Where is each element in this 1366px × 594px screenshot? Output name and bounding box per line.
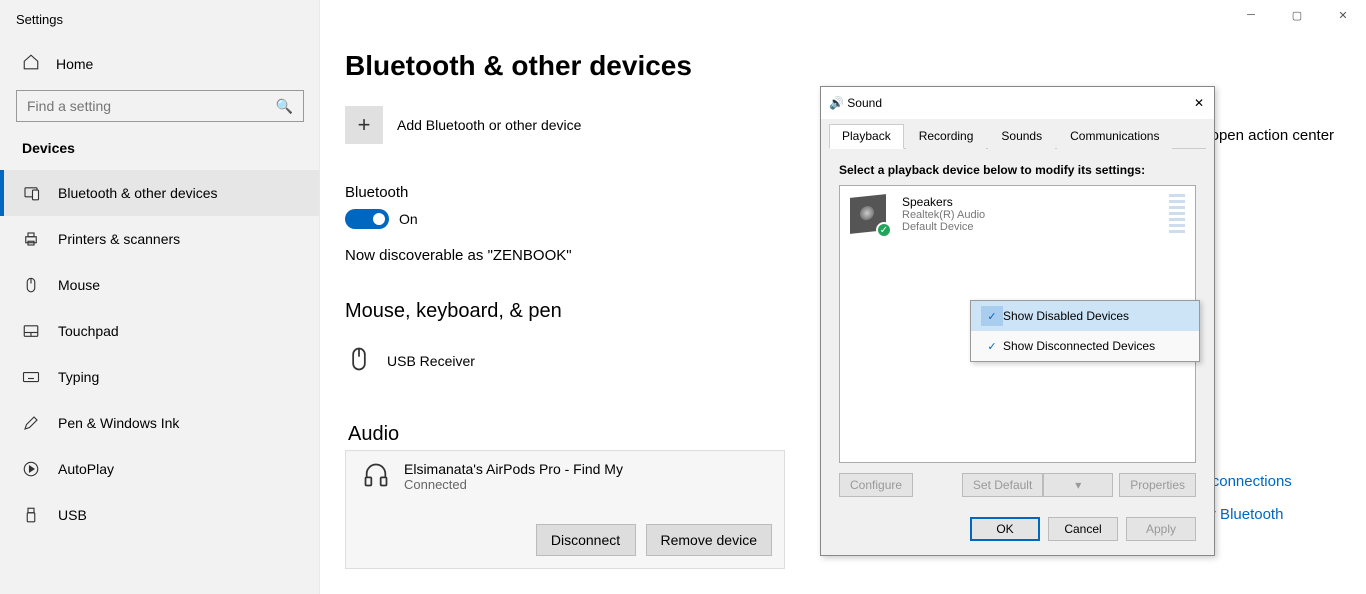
sidebar-item-touchpad[interactable]: Touchpad — [0, 308, 319, 354]
set-default-button[interactable]: Set Default — [962, 473, 1043, 497]
set-default-dropdown[interactable]: ▾ — [1043, 473, 1113, 497]
sidebar-item-typing[interactable]: Typing — [0, 354, 319, 400]
level-meter — [1169, 194, 1185, 234]
check-icon: ✓ — [876, 222, 892, 238]
ok-button[interactable]: OK — [970, 517, 1040, 541]
sidebar-item-pen[interactable]: Pen & Windows Ink — [0, 400, 319, 446]
device-airpods[interactable]: Elsimanata's AirPods Pro - Find My Conne… — [346, 451, 784, 494]
sound-icon: 🔊 — [829, 96, 844, 110]
check-icon: ✓ — [981, 336, 1003, 356]
mouse-icon — [22, 276, 40, 294]
home-nav[interactable]: Home — [0, 33, 319, 90]
device-speakers[interactable]: ✓ Speakers Realtek(R) Audio Default Devi… — [840, 186, 1195, 242]
check-icon: ✓ — [981, 306, 1003, 326]
home-icon — [22, 53, 40, 74]
printer-icon — [22, 230, 40, 248]
add-device-button[interactable]: + Add Bluetooth or other device — [345, 106, 805, 144]
discoverable-status: Now discoverable as "ZENBOOK" — [345, 247, 805, 264]
remove-device-button[interactable]: Remove device — [646, 524, 773, 556]
close-button[interactable]: ✕ — [1320, 0, 1366, 30]
sidebar-item-autoplay[interactable]: AutoPlay — [0, 446, 319, 492]
tab-sounds[interactable]: Sounds — [988, 124, 1055, 149]
settings-sidebar: Settings Home 🔍 Devices Bluetooth & othe… — [0, 0, 320, 594]
page-title: Bluetooth & other devices — [345, 50, 805, 82]
pen-icon — [22, 414, 40, 432]
sound-dialog: 🔊 Sound ✕ Playback Recording Sounds Comm… — [820, 86, 1215, 556]
sidebar-item-mouse[interactable]: Mouse — [0, 262, 319, 308]
headphones-icon — [362, 461, 390, 492]
autoplay-icon — [22, 460, 40, 478]
menu-show-disconnected[interactable]: ✓ Show Disconnected Devices — [971, 331, 1199, 361]
dialog-tabs: Playback Recording Sounds Communications — [829, 123, 1206, 149]
mouse-icon — [345, 345, 373, 376]
touchpad-icon — [22, 322, 40, 340]
disconnect-button[interactable]: Disconnect — [536, 524, 636, 556]
category-label: Devices — [0, 140, 319, 170]
app-title: Settings — [0, 0, 319, 33]
properties-button[interactable]: Properties — [1119, 473, 1196, 497]
menu-show-disabled[interactable]: ✓ Show Disabled Devices — [971, 301, 1199, 331]
section-mouse-keyboard: Mouse, keyboard, & pen — [345, 300, 805, 323]
window-controls: ─ ▢ ✕ — [1228, 0, 1366, 30]
sidebar-item-printers[interactable]: Printers & scanners — [0, 216, 319, 262]
dialog-instruction: Select a playback device below to modify… — [821, 149, 1214, 185]
devices-icon — [22, 184, 40, 202]
audio-device-card: Audio Elsimanata's AirPods Pro - Find My… — [345, 450, 785, 569]
usb-icon — [22, 506, 40, 524]
context-menu: ✓ Show Disabled Devices ✓ Show Disconnec… — [970, 300, 1200, 362]
sidebar-item-usb[interactable]: USB — [0, 492, 319, 538]
device-usb-receiver[interactable]: USB Receiver — [345, 335, 805, 386]
keyboard-icon — [22, 368, 40, 386]
dialog-close-button[interactable]: ✕ — [1194, 96, 1204, 110]
dialog-title: Sound — [847, 96, 882, 110]
bluetooth-toggle[interactable] — [345, 209, 389, 229]
maximize-button[interactable]: ▢ — [1274, 0, 1320, 30]
tab-communications[interactable]: Communications — [1057, 124, 1172, 149]
minimize-button[interactable]: ─ — [1228, 0, 1274, 30]
main-content: Bluetooth & other devices + Add Bluetoot… — [345, 50, 805, 386]
plus-icon: + — [345, 106, 383, 144]
cancel-button[interactable]: Cancel — [1048, 517, 1118, 541]
search-icon: 🔍 — [276, 98, 293, 115]
bluetooth-label: Bluetooth — [345, 184, 805, 201]
section-audio: Audio — [348, 423, 399, 446]
search-input[interactable] — [16, 90, 304, 122]
bluetooth-state: On — [399, 211, 418, 227]
tab-recording[interactable]: Recording — [906, 124, 987, 149]
sidebar-item-bluetooth[interactable]: Bluetooth & other devices — [0, 170, 319, 216]
configure-button[interactable]: Configure — [839, 473, 913, 497]
tab-playback[interactable]: Playback — [829, 124, 904, 149]
apply-button[interactable]: Apply — [1126, 517, 1196, 541]
playback-device-list[interactable]: ✓ Speakers Realtek(R) Audio Default Devi… — [839, 185, 1196, 463]
